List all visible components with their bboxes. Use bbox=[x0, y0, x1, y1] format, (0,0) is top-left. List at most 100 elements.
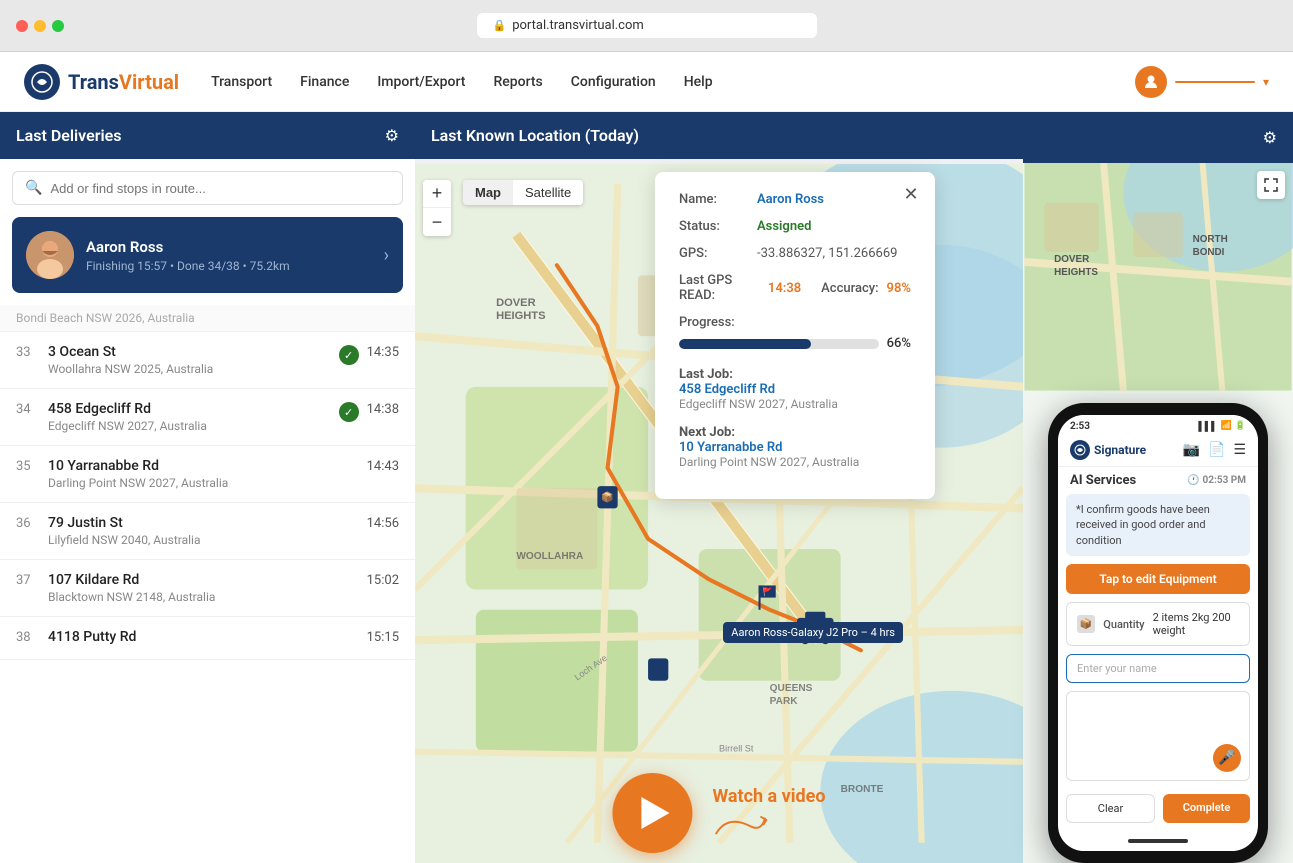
table-row[interactable]: 33 3 Ocean St Woollahra NSW 2025, Austra… bbox=[0, 332, 415, 389]
logo[interactable]: TransVirtual bbox=[24, 64, 179, 100]
stop-address: Blacktown NSW 2148, Australia bbox=[48, 590, 359, 604]
user-avatar-icon[interactable] bbox=[1135, 66, 1167, 98]
camera-icon[interactable]: 📷 bbox=[1183, 442, 1200, 458]
nav-configuration[interactable]: Configuration bbox=[571, 74, 656, 90]
video-section: Watch a video bbox=[612, 773, 825, 853]
phone-screen: 2:53 ▌▌▌ 📶 🔋 bbox=[1058, 415, 1258, 851]
complete-button[interactable]: Complete bbox=[1163, 794, 1250, 823]
progress-percentage: 66% bbox=[887, 336, 911, 351]
popup-gps-row: GPS: -33.886327, 151.266669 bbox=[679, 246, 911, 261]
nav-transport[interactable]: Transport bbox=[211, 74, 272, 90]
document-icon[interactable]: 📄 bbox=[1208, 442, 1225, 458]
address-bar[interactable]: 🔒 portal.transvirtual.com bbox=[477, 13, 817, 38]
popup-close-button[interactable]: ✕ bbox=[899, 182, 923, 206]
status-value: Assigned bbox=[757, 219, 811, 234]
driver-card[interactable]: Aaron Ross Finishing 15:57 • Done 34/38 … bbox=[12, 217, 403, 293]
nav-import-export[interactable]: Import/Export bbox=[377, 74, 465, 90]
search-box[interactable]: 🔍 bbox=[12, 171, 403, 205]
next-job-address: Darling Point NSW 2027, Australia bbox=[679, 455, 911, 469]
zoom-out-button[interactable]: − bbox=[423, 208, 451, 236]
stop-address: Darling Point NSW 2027, Australia bbox=[48, 476, 359, 490]
nav-help[interactable]: Help bbox=[684, 74, 713, 90]
stop-address: Woollahra NSW 2025, Australia bbox=[48, 362, 331, 376]
maximize-dot[interactable] bbox=[52, 20, 64, 32]
url-text: portal.transvirtual.com bbox=[512, 18, 644, 33]
svg-text:BRONTE: BRONTE bbox=[841, 784, 884, 795]
menu-icon[interactable]: ☰ bbox=[1233, 442, 1246, 458]
map-panel: Last Known Location (Today) bbox=[415, 112, 1023, 863]
right-map-area: DOVER HEIGHTS NORTH BONDI bbox=[1023, 163, 1293, 391]
name-placeholder: Enter your name bbox=[1077, 662, 1157, 675]
tap-edit-button[interactable]: Tap to edit Equipment bbox=[1066, 564, 1250, 594]
map-type-satellite-button[interactable]: Satellite bbox=[513, 180, 583, 205]
nav-right: ▾ bbox=[1135, 66, 1269, 98]
phone-status-bar: 2:53 ▌▌▌ 📶 🔋 bbox=[1058, 415, 1258, 434]
svg-text:HEIGHTS: HEIGHTS bbox=[1054, 267, 1098, 278]
quantity-row: 📦 Quantity 2 items 2kg 200 weight bbox=[1066, 602, 1250, 646]
play-video-button[interactable] bbox=[612, 773, 692, 853]
stop-info: 107 Kildare Rd Blacktown NSW 2148, Austr… bbox=[48, 572, 359, 604]
quantity-label: Quantity bbox=[1103, 618, 1144, 631]
svg-text:🚩: 🚩 bbox=[763, 587, 773, 597]
stop-number: 35 bbox=[16, 458, 40, 474]
map-title: Last Known Location (Today) bbox=[431, 126, 639, 145]
driver-avatar bbox=[26, 231, 74, 279]
navbar: TransVirtual Transport Finance Import/Ex… bbox=[0, 52, 1293, 112]
phone-logo-text: Signature bbox=[1094, 443, 1146, 457]
driver-arrow-icon[interactable]: › bbox=[384, 245, 389, 266]
deliveries-panel-header: Last Deliveries ⚙ bbox=[0, 112, 415, 159]
right-map-gear-button[interactable]: ⚙ bbox=[1263, 128, 1277, 147]
info-popup: ✕ Name: Aaron Ross Status: Assigned GPS:… bbox=[655, 172, 935, 499]
driver-detail: Finishing 15:57 • Done 34/38 • 75.2km bbox=[86, 259, 372, 273]
user-dropdown-icon[interactable]: ▾ bbox=[1263, 75, 1269, 89]
play-icon bbox=[641, 797, 669, 829]
logo-text: TransVirtual bbox=[68, 70, 179, 94]
stop-number: 36 bbox=[16, 515, 40, 531]
stop-time: 14:56 bbox=[367, 515, 399, 531]
nav-finance[interactable]: Finance bbox=[300, 74, 349, 90]
table-row[interactable]: 37 107 Kildare Rd Blacktown NSW 2148, Au… bbox=[0, 560, 415, 617]
driver-info: Aaron Ross Finishing 15:57 • Done 34/38 … bbox=[86, 238, 372, 273]
browser-chrome: 🔒 portal.transvirtual.com bbox=[0, 0, 1293, 52]
table-row[interactable]: 38 4118 Putty Rd 15:15 bbox=[0, 617, 415, 660]
done-check-icon: ✓ bbox=[339, 345, 359, 365]
minimize-dot[interactable] bbox=[34, 20, 46, 32]
nav-reports[interactable]: Reports bbox=[493, 74, 542, 90]
search-input[interactable] bbox=[50, 181, 390, 196]
progress-bar-container: 66% bbox=[679, 336, 911, 351]
progress-label: Progress: bbox=[679, 315, 911, 330]
progress-fill bbox=[679, 339, 811, 349]
svg-text:DOVER: DOVER bbox=[496, 297, 536, 309]
popup-status-row: Status: Assigned bbox=[679, 219, 911, 234]
table-row[interactable]: 34 458 Edgecliff Rd Edgecliff NSW 2027, … bbox=[0, 389, 415, 446]
map-header: Last Known Location (Today) bbox=[415, 112, 1023, 159]
map-type-map-button[interactable]: Map bbox=[463, 180, 513, 205]
next-job-section: Next Job: 10 Yarranabbe Rd Darling Point… bbox=[679, 421, 911, 469]
done-check-icon: ✓ bbox=[339, 402, 359, 422]
phone-header: Signature 📷 📄 ☰ bbox=[1058, 434, 1258, 467]
separator-item: Bondi Beach NSW 2026, Australia bbox=[0, 305, 415, 332]
phone-time: 2:53 bbox=[1070, 421, 1090, 432]
map-expand-button[interactable] bbox=[1257, 171, 1285, 199]
ai-services-title: AI Services bbox=[1070, 473, 1136, 488]
table-row[interactable]: 36 79 Justin St Lilyfield NSW 2040, Aust… bbox=[0, 503, 415, 560]
stop-name: 458 Edgecliff Rd bbox=[48, 401, 331, 417]
clear-button[interactable]: Clear bbox=[1066, 794, 1155, 823]
last-gps-item: Last GPS READ: 14:38 bbox=[679, 273, 801, 303]
svg-text:HEIGHTS: HEIGHTS bbox=[496, 310, 545, 322]
table-row[interactable]: 35 10 Yarranabbe Rd Darling Point NSW 20… bbox=[0, 446, 415, 503]
stop-number: 37 bbox=[16, 572, 40, 588]
close-dot[interactable] bbox=[16, 20, 28, 32]
signature-area[interactable]: 🎤 bbox=[1066, 691, 1250, 781]
status-label: Status: bbox=[679, 219, 749, 234]
deliveries-title: Last Deliveries bbox=[16, 126, 121, 145]
stop-info: 79 Justin St Lilyfield NSW 2040, Austral… bbox=[48, 515, 359, 547]
name-input-phone[interactable]: Enter your name bbox=[1066, 654, 1250, 683]
microphone-icon[interactable]: 🎤 bbox=[1213, 744, 1241, 772]
zoom-in-button[interactable]: + bbox=[423, 180, 451, 208]
next-job-name: 10 Yarranabbe Rd bbox=[679, 440, 911, 455]
stop-info: 458 Edgecliff Rd Edgecliff NSW 2027, Aus… bbox=[48, 401, 331, 433]
deliveries-gear-button[interactable]: ⚙ bbox=[385, 126, 399, 145]
svg-text:WOOLLAHRA: WOOLLAHRA bbox=[516, 551, 584, 562]
svg-text:DOVER: DOVER bbox=[1054, 254, 1089, 265]
